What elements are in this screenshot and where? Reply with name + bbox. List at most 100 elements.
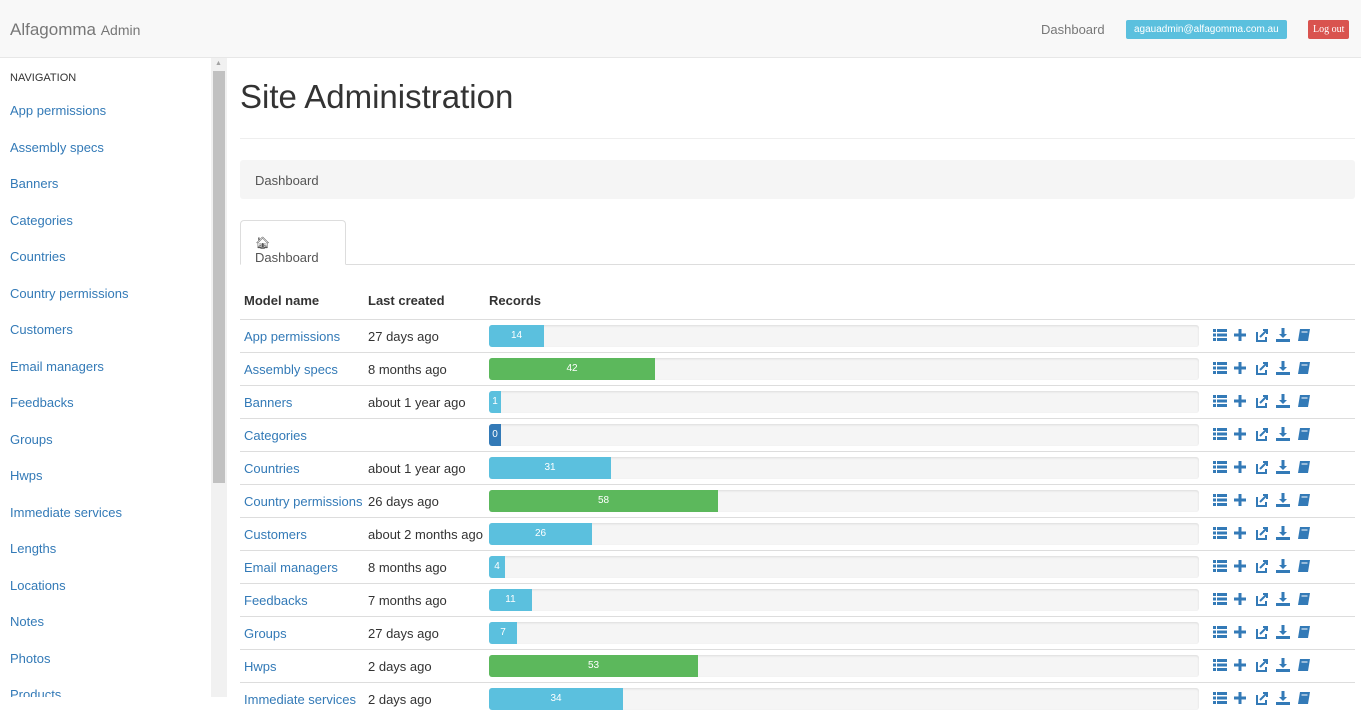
export-icon[interactable] bbox=[1255, 493, 1269, 509]
sidebar-item[interactable]: Lengths bbox=[10, 539, 129, 576]
export-icon[interactable] bbox=[1255, 559, 1269, 575]
list-icon[interactable] bbox=[1213, 592, 1227, 608]
brand-logo[interactable]: Alfagomma Admin bbox=[10, 20, 140, 40]
nav-dashboard-link[interactable]: Dashboard bbox=[1041, 22, 1105, 37]
download-icon[interactable] bbox=[1276, 625, 1290, 641]
download-icon[interactable] bbox=[1276, 394, 1290, 410]
export-icon[interactable] bbox=[1255, 625, 1269, 641]
download-icon[interactable] bbox=[1276, 328, 1290, 344]
book-icon[interactable] bbox=[1297, 592, 1311, 608]
list-icon[interactable] bbox=[1213, 559, 1227, 575]
sidebar-item[interactable]: Locations bbox=[10, 576, 129, 613]
model-link[interactable]: App permissions bbox=[244, 329, 340, 344]
book-icon[interactable] bbox=[1297, 559, 1311, 575]
model-link[interactable]: Country permissions bbox=[244, 494, 363, 509]
download-icon[interactable] bbox=[1276, 361, 1290, 377]
table-row: Banners about 1 year ago 1 bbox=[240, 385, 1355, 418]
scrollbar-thumb[interactable] bbox=[213, 71, 225, 483]
plus-icon[interactable] bbox=[1233, 559, 1247, 575]
sidebar-scrollbar[interactable]: ▲ bbox=[211, 58, 227, 697]
sidebar-item[interactable]: Countries bbox=[10, 247, 129, 284]
model-link[interactable]: Immediate services bbox=[244, 692, 356, 707]
export-icon[interactable] bbox=[1255, 526, 1269, 542]
tab-dashboard[interactable]: 🏠︎ Dashboard bbox=[240, 220, 346, 265]
export-icon[interactable] bbox=[1255, 592, 1269, 608]
plus-icon[interactable] bbox=[1233, 658, 1247, 674]
model-link[interactable]: Customers bbox=[244, 527, 307, 542]
plus-icon[interactable] bbox=[1233, 361, 1247, 377]
list-icon[interactable] bbox=[1213, 493, 1227, 509]
plus-icon[interactable] bbox=[1233, 394, 1247, 410]
book-icon[interactable] bbox=[1297, 658, 1311, 674]
records-progress: 42 bbox=[489, 358, 1199, 380]
book-icon[interactable] bbox=[1297, 394, 1311, 410]
model-link[interactable]: Feedbacks bbox=[244, 593, 308, 608]
model-link[interactable]: Email managers bbox=[244, 560, 338, 575]
logout-button[interactable]: Log out bbox=[1308, 20, 1350, 39]
list-icon[interactable] bbox=[1213, 460, 1227, 476]
model-link[interactable]: Countries bbox=[244, 461, 300, 476]
download-icon[interactable] bbox=[1276, 559, 1290, 575]
sidebar-item[interactable]: Immediate services bbox=[10, 503, 129, 540]
scroll-up-icon[interactable]: ▲ bbox=[215, 60, 222, 67]
download-icon[interactable] bbox=[1276, 658, 1290, 674]
list-icon[interactable] bbox=[1213, 625, 1227, 641]
book-icon[interactable] bbox=[1297, 361, 1311, 377]
list-icon[interactable] bbox=[1213, 658, 1227, 674]
export-icon[interactable] bbox=[1255, 658, 1269, 674]
book-icon[interactable] bbox=[1297, 328, 1311, 344]
sidebar-item[interactable]: Notes bbox=[10, 612, 129, 649]
download-icon[interactable] bbox=[1276, 526, 1290, 542]
sidebar-item[interactable]: Country permissions bbox=[10, 284, 129, 321]
download-icon[interactable] bbox=[1276, 427, 1290, 443]
list-icon[interactable] bbox=[1213, 427, 1227, 443]
plus-icon[interactable] bbox=[1233, 526, 1247, 542]
sidebar-item[interactable]: Products bbox=[10, 685, 129, 697]
export-icon[interactable] bbox=[1255, 361, 1269, 377]
download-icon[interactable] bbox=[1276, 460, 1290, 476]
book-icon[interactable] bbox=[1297, 691, 1311, 707]
list-icon[interactable] bbox=[1213, 526, 1227, 542]
sidebar-item[interactable]: Categories bbox=[10, 211, 129, 248]
user-email-badge[interactable]: agauadmin@alfagomma.com.au bbox=[1126, 20, 1287, 39]
model-link[interactable]: Assembly specs bbox=[244, 362, 338, 377]
plus-icon[interactable] bbox=[1233, 625, 1247, 641]
book-icon[interactable] bbox=[1297, 427, 1311, 443]
records-progress: 34 bbox=[489, 688, 1199, 710]
export-icon[interactable] bbox=[1255, 394, 1269, 410]
export-icon[interactable] bbox=[1255, 427, 1269, 443]
export-icon[interactable] bbox=[1255, 691, 1269, 707]
download-icon[interactable] bbox=[1276, 691, 1290, 707]
plus-icon[interactable] bbox=[1233, 427, 1247, 443]
model-link[interactable]: Categories bbox=[244, 428, 307, 443]
sidebar-item[interactable]: Assembly specs bbox=[10, 138, 129, 175]
sidebar-item[interactable]: Photos bbox=[10, 649, 129, 686]
list-icon[interactable] bbox=[1213, 328, 1227, 344]
plus-icon[interactable] bbox=[1233, 592, 1247, 608]
download-icon[interactable] bbox=[1276, 493, 1290, 509]
sidebar-item[interactable]: App permissions bbox=[10, 101, 129, 138]
sidebar-item[interactable]: Groups bbox=[10, 430, 129, 467]
download-icon[interactable] bbox=[1276, 592, 1290, 608]
export-icon[interactable] bbox=[1255, 328, 1269, 344]
list-icon[interactable] bbox=[1213, 691, 1227, 707]
sidebar-item[interactable]: Email managers bbox=[10, 357, 129, 394]
model-link[interactable]: Groups bbox=[244, 626, 287, 641]
plus-icon[interactable] bbox=[1233, 328, 1247, 344]
export-icon[interactable] bbox=[1255, 460, 1269, 476]
list-icon[interactable] bbox=[1213, 394, 1227, 410]
sidebar-item[interactable]: Hwps bbox=[10, 466, 129, 503]
sidebar-item[interactable]: Feedbacks bbox=[10, 393, 129, 430]
plus-icon[interactable] bbox=[1233, 493, 1247, 509]
sidebar-item[interactable]: Banners bbox=[10, 174, 129, 211]
model-link[interactable]: Banners bbox=[244, 395, 292, 410]
model-link[interactable]: Hwps bbox=[244, 659, 277, 674]
plus-icon[interactable] bbox=[1233, 691, 1247, 707]
list-icon[interactable] bbox=[1213, 361, 1227, 377]
book-icon[interactable] bbox=[1297, 493, 1311, 509]
plus-icon[interactable] bbox=[1233, 460, 1247, 476]
sidebar-item[interactable]: Customers bbox=[10, 320, 129, 357]
book-icon[interactable] bbox=[1297, 625, 1311, 641]
book-icon[interactable] bbox=[1297, 460, 1311, 476]
book-icon[interactable] bbox=[1297, 526, 1311, 542]
